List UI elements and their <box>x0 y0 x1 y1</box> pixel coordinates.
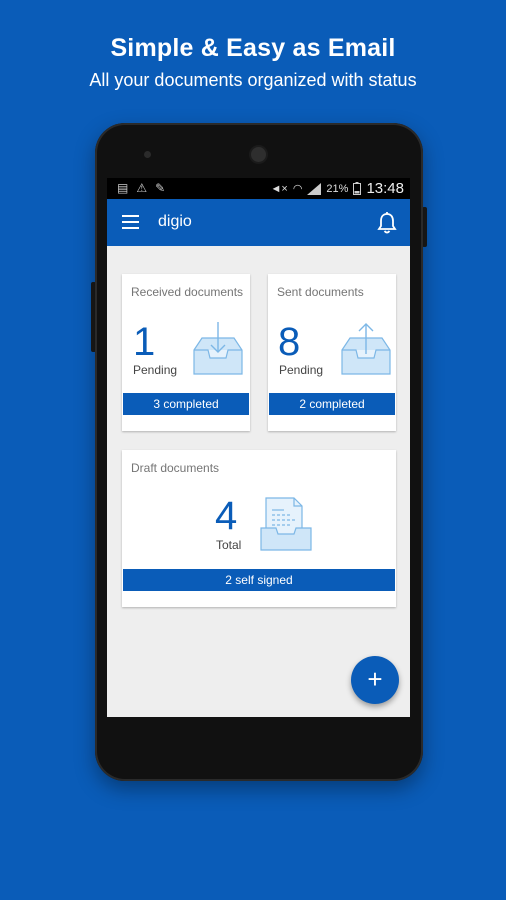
completed-bar[interactable]: 3 completed <box>123 393 249 415</box>
total-count: 4 <box>215 494 238 538</box>
promo-headline: Simple & Easy as Email <box>110 34 396 62</box>
status-right: ◄× ◠ 21% 13:48 <box>271 180 405 197</box>
sent-documents-card[interactable]: Sent documents 8 Pending 2 completed <box>268 274 396 431</box>
draft-documents-card[interactable]: Draft documents 4 Total 2 self signed <box>122 450 396 607</box>
promo-subline: All your documents organized with status <box>89 70 417 90</box>
pending-count: 1 <box>133 320 156 364</box>
pen-icon: ✎ <box>155 181 166 195</box>
self-signed-bar[interactable]: 2 self signed <box>123 569 395 591</box>
warning-icon: ⚠ <box>136 181 148 195</box>
phone-sensor <box>144 151 151 158</box>
received-documents-card[interactable]: Received documents 1 Pending 3 completed <box>122 274 250 431</box>
menu-icon[interactable] <box>122 215 139 229</box>
signal-icon <box>307 182 322 195</box>
wifi-icon: ◠ <box>292 183 303 195</box>
document-notification-icon: ▤ <box>117 181 129 195</box>
bell-icon[interactable] <box>376 211 398 235</box>
completed-bar[interactable]: 2 completed <box>269 393 395 415</box>
mute-icon: ◄× <box>270 182 288 195</box>
inbox-download-icon <box>193 322 243 375</box>
card-label: Received documents <box>131 285 244 299</box>
total-label: Total <box>216 538 242 552</box>
status-bar: ▤ ⚠ ✎ ◄× ◠ 21% 13:48 <box>107 178 410 199</box>
app-bar: digio <box>107 199 410 246</box>
battery-percent: 21% <box>326 182 349 195</box>
card-label: Sent documents <box>277 285 364 299</box>
app-screen: ▤ ⚠ ✎ ◄× ◠ 21% 13:48 digio Received docu… <box>107 178 410 717</box>
phone-camera <box>251 147 266 162</box>
pending-count: 8 <box>278 320 301 364</box>
pending-label: Pending <box>279 363 324 377</box>
notification-icons: ▤ ⚠ ✎ <box>117 181 165 195</box>
battery-icon <box>353 182 362 195</box>
app-title: digio <box>158 213 192 230</box>
draft-document-tray-icon <box>260 497 312 551</box>
inbox-upload-icon <box>341 323 391 375</box>
card-label: Draft documents <box>131 461 220 475</box>
clock: 13:48 <box>366 180 404 197</box>
pending-label: Pending <box>133 363 178 377</box>
add-document-button[interactable]: + <box>351 656 399 704</box>
